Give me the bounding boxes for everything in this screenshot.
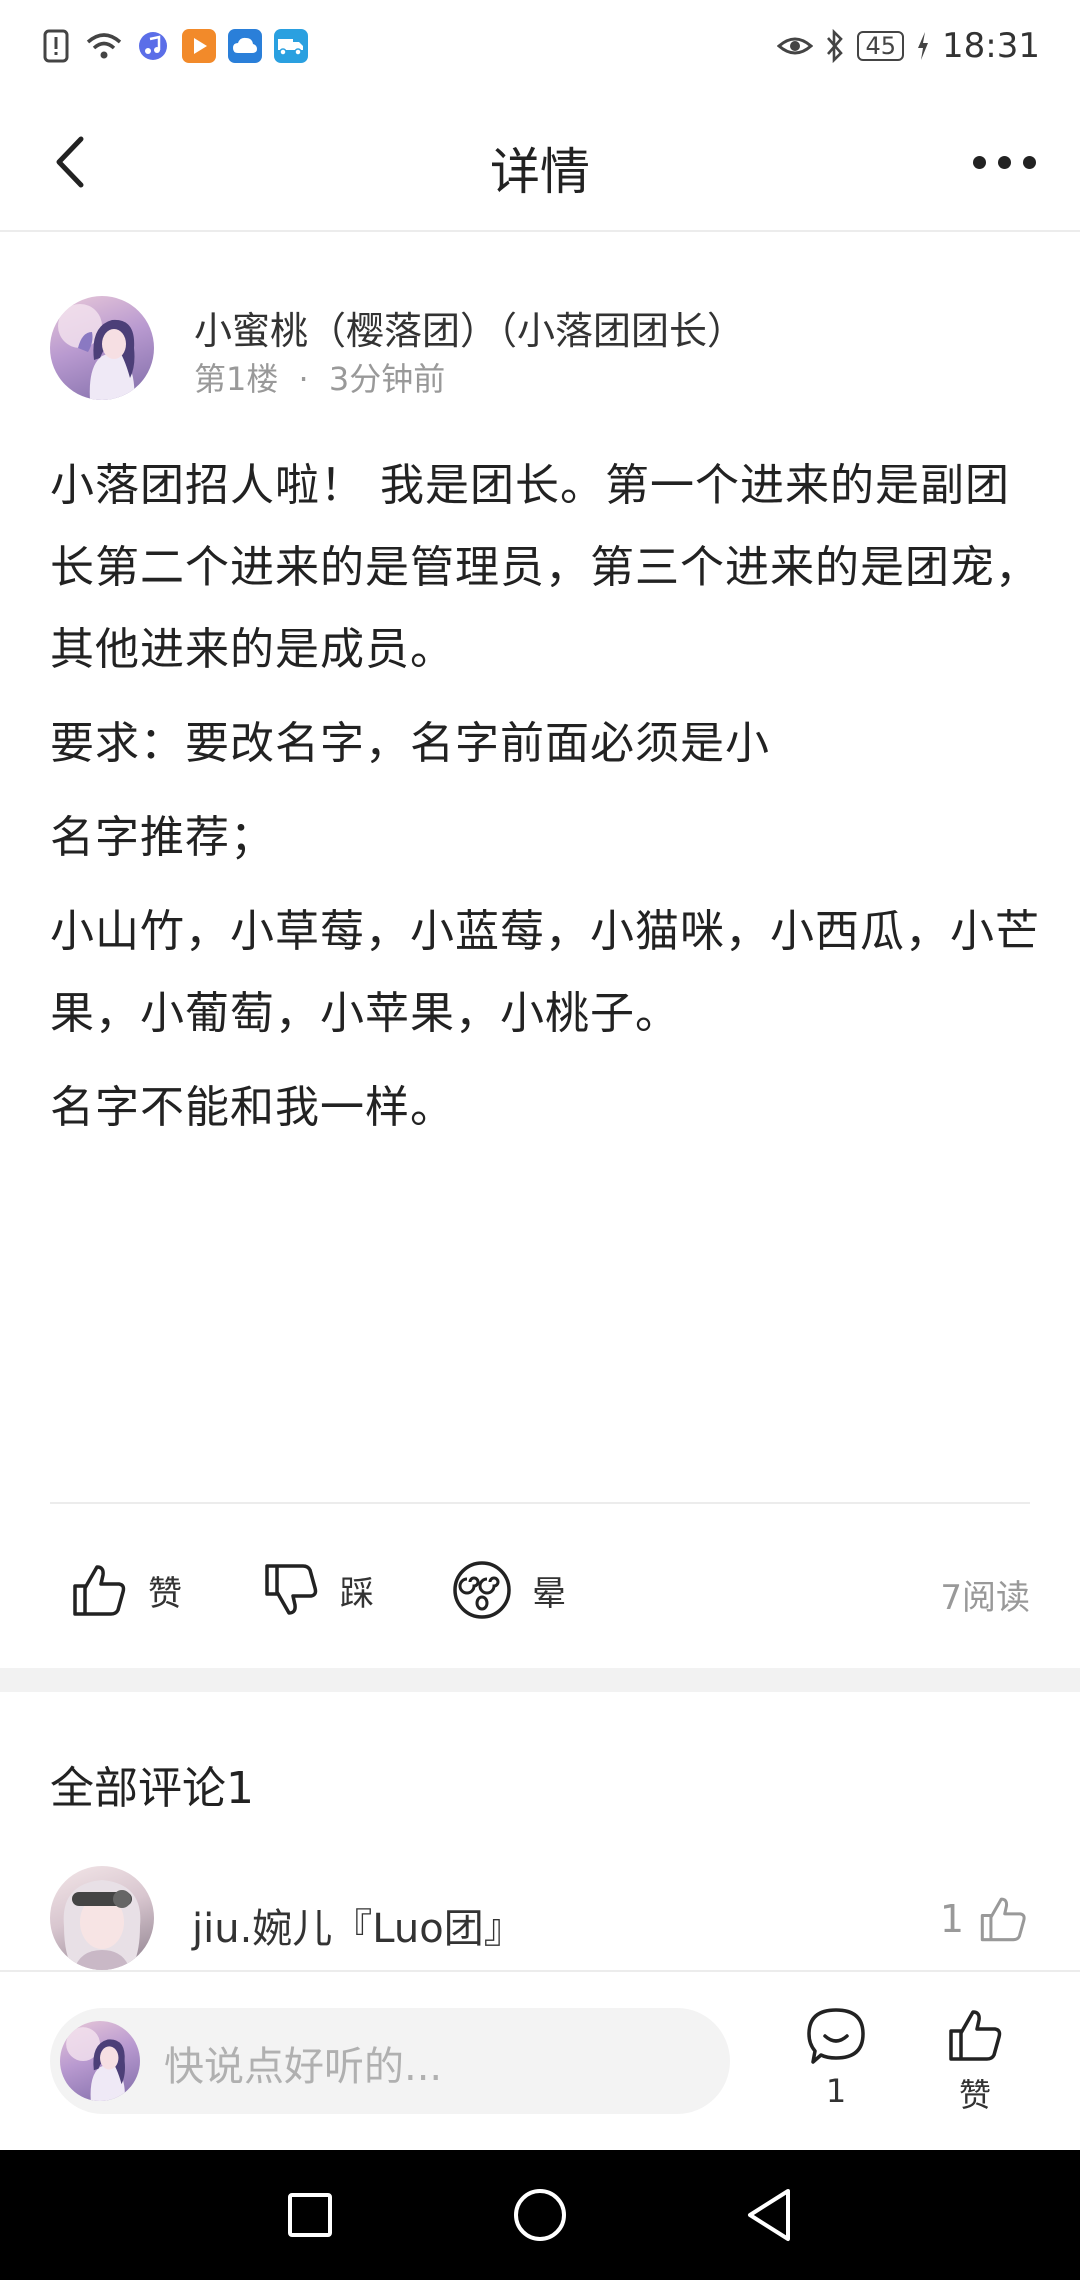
dislike-label: 踩	[340, 1573, 374, 1614]
status-bar: 45 18:31	[0, 0, 1080, 92]
comment-item[interactable]: jiu.婉儿『Luo团』 1	[50, 1866, 1030, 1970]
alert-icon	[42, 29, 72, 63]
video-app-icon	[182, 29, 216, 63]
weather-app-icon	[228, 29, 262, 63]
author-avatar[interactable]	[50, 296, 154, 400]
post-author: 小蜜桃（樱落团）（小落团团长） 第1楼 · 3分钟前	[50, 296, 1030, 406]
dislike-button[interactable]: 踩	[262, 1552, 374, 1628]
music-app-icon	[136, 29, 170, 63]
comment-bubble-icon	[807, 2008, 865, 2064]
post-time: 3分钟前	[328, 360, 446, 398]
status-right-icons: 45 18:31	[777, 26, 1040, 66]
read-count: 7阅读	[940, 1578, 1030, 1618]
triangle-back-icon	[748, 2189, 790, 2241]
system-back-button[interactable]	[740, 2185, 800, 2245]
comment-count-button[interactable]: 1	[786, 2006, 886, 2126]
comment-input[interactable]: 快说点好听的...	[50, 2008, 730, 2114]
thumbs-down-icon	[265, 1564, 318, 1615]
app-header: 详情	[0, 92, 1080, 232]
input-placeholder: 快说点好听的...	[164, 2044, 443, 2090]
system-nav-bar	[0, 2150, 1080, 2280]
anime-girl-avatar-icon	[63, 1880, 141, 1970]
anime-girl-avatar-icon	[58, 304, 135, 400]
dizzy-face-icon	[453, 1561, 511, 1619]
dizzy-button[interactable]: 晕	[452, 1552, 566, 1628]
wifi-icon	[84, 30, 124, 62]
bluetooth-icon	[825, 29, 845, 63]
divider	[50, 1502, 1030, 1504]
more-options-button[interactable]	[964, 137, 1044, 187]
status-left-icons	[42, 29, 308, 63]
post-like-label: 赞	[958, 2076, 991, 2114]
post-meta: 第1楼 · 3分钟前	[194, 354, 445, 400]
dizzy-label: 晕	[532, 1573, 566, 1614]
more-dot	[972, 155, 986, 169]
meta-separator: ·	[298, 360, 309, 398]
comments-title: 全部评论1	[50, 1763, 254, 1814]
commenter-avatar[interactable]	[50, 1866, 154, 1970]
post-paragraph: 名字不能和我一样。	[50, 1082, 455, 1133]
comment-input-bar: 快说点好听的... 1 赞	[0, 1970, 1080, 2150]
delivery-app-icon	[274, 29, 308, 63]
like-button[interactable]: 赞	[70, 1552, 182, 1628]
section-divider	[0, 1668, 1080, 1692]
thumbs-up-icon	[73, 1565, 126, 1616]
floor-label: 第1楼	[194, 360, 279, 398]
more-dot	[997, 155, 1011, 169]
circle-home-icon	[514, 2189, 566, 2241]
battery-indicator: 45	[857, 31, 905, 61]
comment-like-count: 1	[939, 1897, 964, 1941]
square-nav-icon	[288, 2193, 332, 2237]
post-paragraph: 名字推荐；	[50, 812, 275, 863]
home-button[interactable]	[510, 2185, 570, 2245]
post-paragraph: 要求：要改名字，名字前面必须是小	[50, 718, 770, 769]
post-content: 小落团招人啦！ 我是团长。第一个进来的是副团长第二个进来的是管理员，第三个进来的…	[50, 445, 1040, 1161]
comment-like-button[interactable]: 1	[940, 1894, 1028, 1944]
anime-girl-avatar-icon	[66, 2027, 125, 2101]
like-label: 赞	[148, 1573, 182, 1614]
reaction-bar: 赞 踩 晕 7阅读	[0, 1540, 1080, 1640]
post-paragraph: 小落团招人啦！ 我是团长。第一个进来的是副团长第二个进来的是管理员，第三个进来的…	[50, 460, 1040, 675]
recent-apps-button[interactable]	[280, 2185, 340, 2245]
post-like-button[interactable]: 赞	[925, 2006, 1025, 2126]
author-name[interactable]: 小蜜桃（樱落团）（小落团团长）	[194, 300, 745, 355]
eye-icon	[777, 32, 814, 60]
thumbs-up-icon	[980, 1897, 1026, 1942]
comment-count: 1	[825, 2072, 847, 2110]
charging-icon	[916, 31, 930, 61]
page-title: 详情	[490, 143, 590, 201]
more-dot	[1022, 155, 1036, 169]
my-avatar	[60, 2021, 140, 2101]
post-paragraph: 小山竹，小草莓，小蓝莓，小猫咪，小西瓜，小芒果，小葡萄，小苹果，小桃子。	[50, 906, 1040, 1039]
thumbs-up-icon	[949, 2010, 1002, 2061]
commenter-name[interactable]: jiu.婉儿『Luo团』	[192, 1896, 524, 1954]
status-time: 18:31	[942, 26, 1040, 66]
